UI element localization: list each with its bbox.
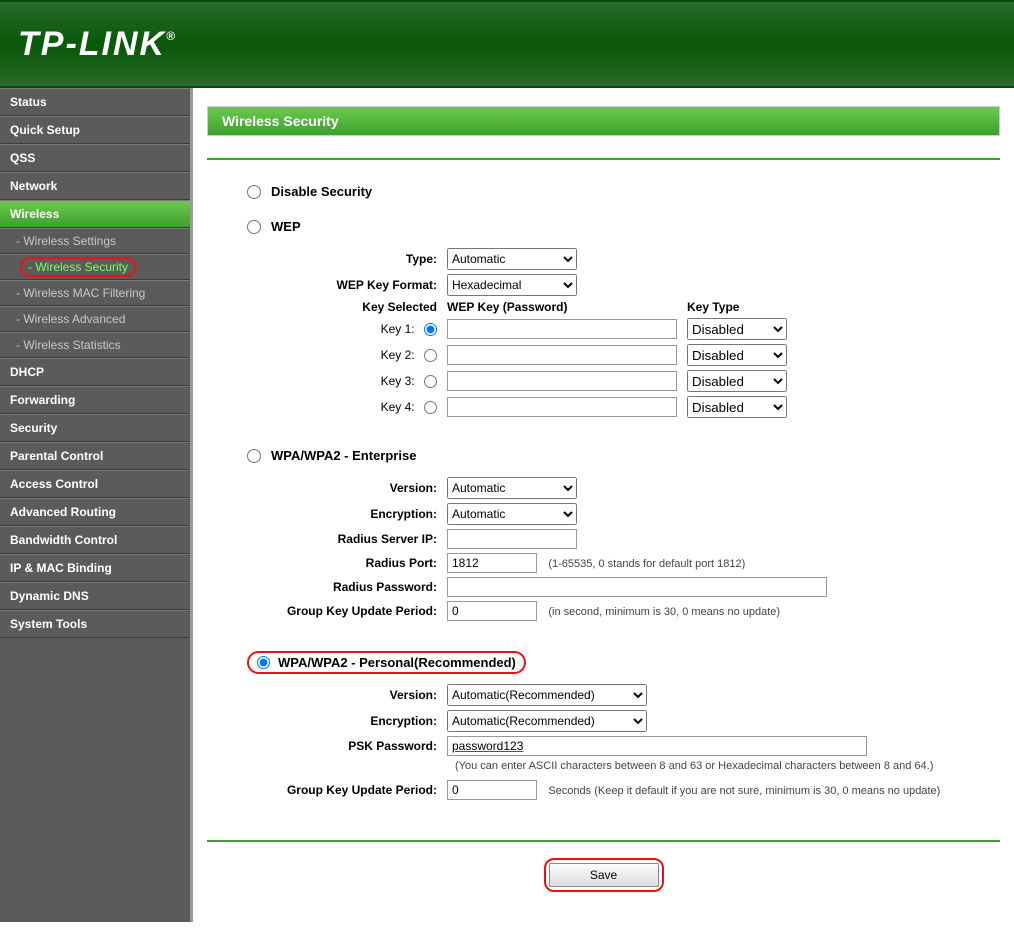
key4-label: Key 4:	[381, 400, 415, 414]
wep-key-header: WEP Key (Password)	[447, 300, 687, 314]
sidebar-sub-wireless-security[interactable]: - Wireless Security	[0, 254, 190, 280]
psk-password-note: (You can enter ASCII characters between …	[455, 760, 933, 772]
save-button[interactable]: Save	[549, 863, 659, 887]
radius-pw-label: Radius Password:	[247, 580, 447, 594]
ent-group-label: Group Key Update Period:	[247, 604, 447, 618]
ent-group-note: (in second, minimum is 30, 0 means no up…	[548, 606, 780, 618]
psk-password-label: PSK Password:	[247, 739, 447, 753]
sidebar-item-forwarding[interactable]: Forwarding	[0, 386, 190, 414]
radius-port-input[interactable]	[447, 553, 537, 573]
sidebar-sub-wireless-settings[interactable]: - Wireless Settings	[0, 228, 190, 254]
sidebar-item-parental[interactable]: Parental Control	[0, 442, 190, 470]
psk-encryption-label: Encryption:	[247, 714, 447, 728]
sidebar-item-qss[interactable]: QSS	[0, 144, 190, 172]
wep-type-label: Type:	[247, 252, 447, 266]
page-title-card: Wireless Security	[207, 106, 1000, 136]
key3-label: Key 3:	[381, 374, 415, 388]
ent-version-select[interactable]: Automatic	[447, 477, 577, 499]
radio-wpa-personal[interactable]	[257, 656, 270, 669]
key1-input[interactable]	[447, 319, 677, 339]
label-wpa-enterprise: WPA/WPA2 - Enterprise	[271, 448, 416, 463]
key3-radio[interactable]	[424, 375, 437, 388]
ent-group-input[interactable]	[447, 601, 537, 621]
key2-radio[interactable]	[424, 349, 437, 362]
label-wpa-personal: WPA/WPA2 - Personal(Recommended)	[278, 655, 516, 670]
sidebar-item-wireless[interactable]: Wireless	[0, 200, 190, 228]
psk-group-input[interactable]	[447, 780, 537, 800]
key1-type[interactable]: Disabled	[687, 318, 787, 340]
key2-input[interactable]	[447, 345, 677, 365]
ent-version-label: Version:	[247, 481, 447, 495]
radio-wep[interactable]	[247, 220, 261, 234]
key4-radio[interactable]	[424, 401, 437, 414]
sidebar-item-status[interactable]: Status	[0, 88, 190, 116]
divider-bottom	[207, 840, 1000, 842]
ent-encryption-label: Encryption:	[247, 507, 447, 521]
key-type-header: Key Type	[687, 300, 787, 314]
radio-disable-security[interactable]	[247, 185, 261, 199]
sidebar-item-routing[interactable]: Advanced Routing	[0, 498, 190, 526]
key3-type[interactable]: Disabled	[687, 370, 787, 392]
header: TP-LINK®	[0, 0, 1014, 88]
brand-logo: TP-LINK®	[18, 25, 191, 64]
radius-ip-input[interactable]	[447, 529, 577, 549]
radius-pw-input[interactable]	[447, 577, 827, 597]
psk-version-label: Version:	[247, 688, 447, 702]
sidebar: Status Quick Setup QSS Network Wireless …	[0, 88, 190, 922]
sidebar-item-network[interactable]: Network	[0, 172, 190, 200]
page-title: Wireless Security	[208, 107, 999, 135]
psk-group-note: Seconds (Keep it default if you are not …	[548, 785, 940, 797]
wep-format-select[interactable]: Hexadecimal	[447, 274, 577, 296]
sidebar-item-ipmac[interactable]: IP & MAC Binding	[0, 554, 190, 582]
sidebar-sub-wireless-advanced[interactable]: - Wireless Advanced	[0, 306, 190, 332]
sidebar-item-bandwidth[interactable]: Bandwidth Control	[0, 526, 190, 554]
radius-port-note: (1-65535, 0 stands for default port 1812…	[548, 558, 745, 570]
label-wep: WEP	[271, 219, 301, 234]
sidebar-item-system[interactable]: System Tools	[0, 610, 190, 638]
key1-label: Key 1:	[381, 322, 415, 336]
radius-port-label: Radius Port:	[247, 556, 447, 570]
wep-type-select[interactable]: Automatic	[447, 248, 577, 270]
psk-group-label: Group Key Update Period:	[247, 783, 447, 797]
psk-password-input[interactable]	[447, 736, 867, 756]
key-selected-header: Key Selected	[247, 300, 447, 314]
label-disable-security: Disable Security	[271, 184, 372, 199]
sidebar-sub-wireless-mac[interactable]: - Wireless MAC Filtering	[0, 280, 190, 306]
sidebar-item-quick-setup[interactable]: Quick Setup	[0, 116, 190, 144]
radius-ip-label: Radius Server IP:	[247, 532, 447, 546]
key2-type[interactable]: Disabled	[687, 344, 787, 366]
sidebar-item-security[interactable]: Security	[0, 414, 190, 442]
radio-wpa-enterprise[interactable]	[247, 449, 261, 463]
ent-encryption-select[interactable]: Automatic	[447, 503, 577, 525]
key4-type[interactable]: Disabled	[687, 396, 787, 418]
wep-format-label: WEP Key Format:	[247, 278, 447, 292]
sidebar-item-access[interactable]: Access Control	[0, 470, 190, 498]
content: Wireless Security Disable Security WEP T…	[190, 88, 1014, 922]
key1-radio[interactable]	[424, 323, 437, 336]
psk-version-select[interactable]: Automatic(Recommended)	[447, 684, 647, 706]
psk-encryption-select[interactable]: Automatic(Recommended)	[447, 710, 647, 732]
key4-input[interactable]	[447, 397, 677, 417]
sidebar-sub-wireless-statistics[interactable]: - Wireless Statistics	[0, 332, 190, 358]
sidebar-item-ddns[interactable]: Dynamic DNS	[0, 582, 190, 610]
key2-label: Key 2:	[381, 348, 415, 362]
key3-input[interactable]	[447, 371, 677, 391]
divider	[207, 158, 1000, 160]
sidebar-item-dhcp[interactable]: DHCP	[0, 358, 190, 386]
